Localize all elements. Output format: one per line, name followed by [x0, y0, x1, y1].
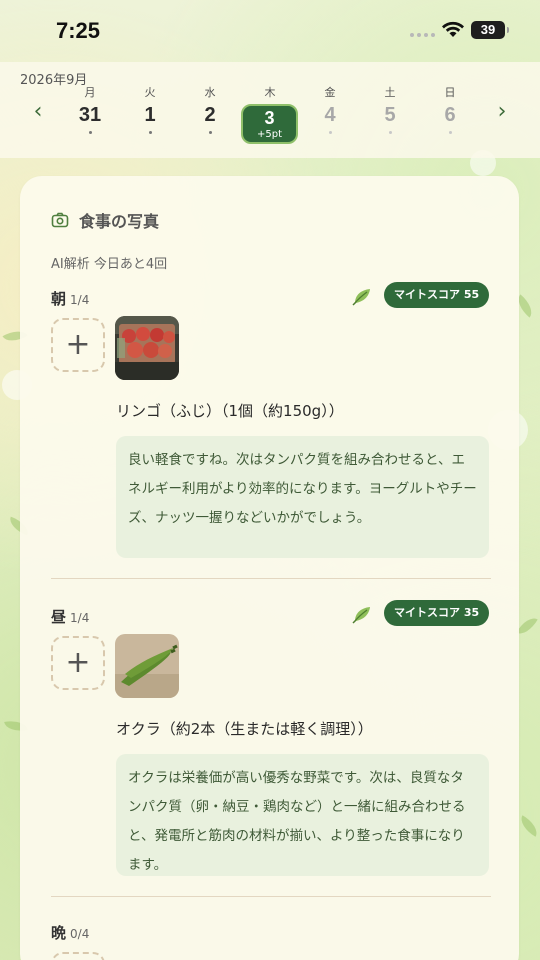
- calendar-day[interactable]: 土 5: [362, 84, 418, 146]
- status-time: 7:25: [56, 18, 101, 43]
- status-bar: 7:25 39: [0, 0, 540, 62]
- food-name: オクラ（約2本（生または軽く調理））: [116, 720, 373, 738]
- day-of-week: 火: [144, 86, 156, 99]
- meal-count: 0/4: [70, 927, 90, 941]
- day-dot: [388, 131, 392, 134]
- day-of-week: 金: [324, 86, 336, 99]
- score-badge: マイトスコア 55: [384, 282, 490, 308]
- signal-icon: [410, 33, 435, 37]
- day-of-week: 土: [384, 86, 396, 99]
- food-name: リンゴ（ふじ）（1個（約150g））: [116, 402, 344, 420]
- leaf-decoration: [516, 613, 538, 639]
- day-of-week: 月: [84, 86, 96, 99]
- day-points: +5pt: [256, 129, 282, 140]
- battery-indicator: 39: [471, 21, 509, 39]
- selected-day-badge[interactable]: 3 +5pt: [241, 104, 298, 144]
- meal-photo-apple[interactable]: [115, 316, 179, 380]
- day-number: 2: [204, 104, 216, 126]
- day-number: 5: [384, 104, 396, 126]
- divider: [51, 896, 491, 897]
- ai-comment: オクラは栄養価が高い優秀な野菜です。次は、良質なタンパク質（卵・納豆・鶏肉など）…: [116, 754, 489, 876]
- card-header: 食事の写真: [51, 208, 159, 232]
- calendar-day[interactable]: 水 2: [182, 84, 238, 146]
- meal-photos-card: 食事の写真 AI解析 今日あと4回 朝 1/4 マイトスコア 55 + リンゴ（…: [20, 176, 519, 960]
- day-number: 6: [444, 104, 456, 126]
- calendar-day[interactable]: 金 4: [302, 84, 358, 146]
- ai-comment: 良い軽食ですね。次はタンパク質を組み合わせると、エネルギー利用がより効率的になり…: [116, 436, 489, 558]
- add-photo-button[interactable]: +: [51, 318, 105, 372]
- day-number: 1: [144, 104, 156, 126]
- ai-analysis-remaining: AI解析 今日あと4回: [51, 257, 168, 272]
- week-calendar: 2026年9月 ‹ › 月 31 火 1 水 2 木 3 +5pt 金 4 土 …: [0, 62, 540, 158]
- day-number: 3: [264, 108, 275, 128]
- day-of-week: 水: [204, 86, 216, 99]
- calendar-day[interactable]: 日 6: [422, 84, 478, 146]
- day-number: 31: [78, 104, 102, 126]
- chevron-right-icon[interactable]: ›: [490, 100, 514, 124]
- day-dot: [328, 131, 332, 134]
- meal-label: 昼 1/4: [51, 608, 90, 626]
- meal-count: 1/4: [70, 293, 90, 307]
- add-photo-button[interactable]: +: [51, 636, 105, 690]
- meal-label: 朝 1/4: [51, 290, 90, 308]
- day-dot: [208, 131, 212, 134]
- wifi-icon: [442, 21, 464, 37]
- camera-icon: [51, 212, 69, 228]
- card-title: 食事の写真: [79, 212, 160, 231]
- calendar-day[interactable]: 月 31: [62, 84, 118, 146]
- meal-count: 1/4: [70, 611, 90, 625]
- day-of-week: 木: [264, 86, 276, 99]
- divider: [51, 578, 491, 579]
- sprout-icon: [352, 289, 370, 306]
- day-number: 4: [324, 104, 336, 126]
- chevron-left-icon[interactable]: ‹: [26, 100, 50, 124]
- calendar-day[interactable]: 火 1: [122, 84, 178, 146]
- day-dot: [88, 131, 92, 134]
- day-dot: [448, 131, 452, 134]
- day-dot: [148, 131, 152, 134]
- score-badge: マイトスコア 35: [384, 600, 490, 626]
- day-of-week: 日: [444, 86, 456, 99]
- meal-photo-okra[interactable]: [115, 634, 179, 698]
- add-photo-button[interactable]: +: [51, 952, 105, 960]
- meal-label: 晩 0/4: [51, 924, 90, 942]
- leaf-decoration: [516, 815, 540, 837]
- sprout-icon: [352, 607, 370, 624]
